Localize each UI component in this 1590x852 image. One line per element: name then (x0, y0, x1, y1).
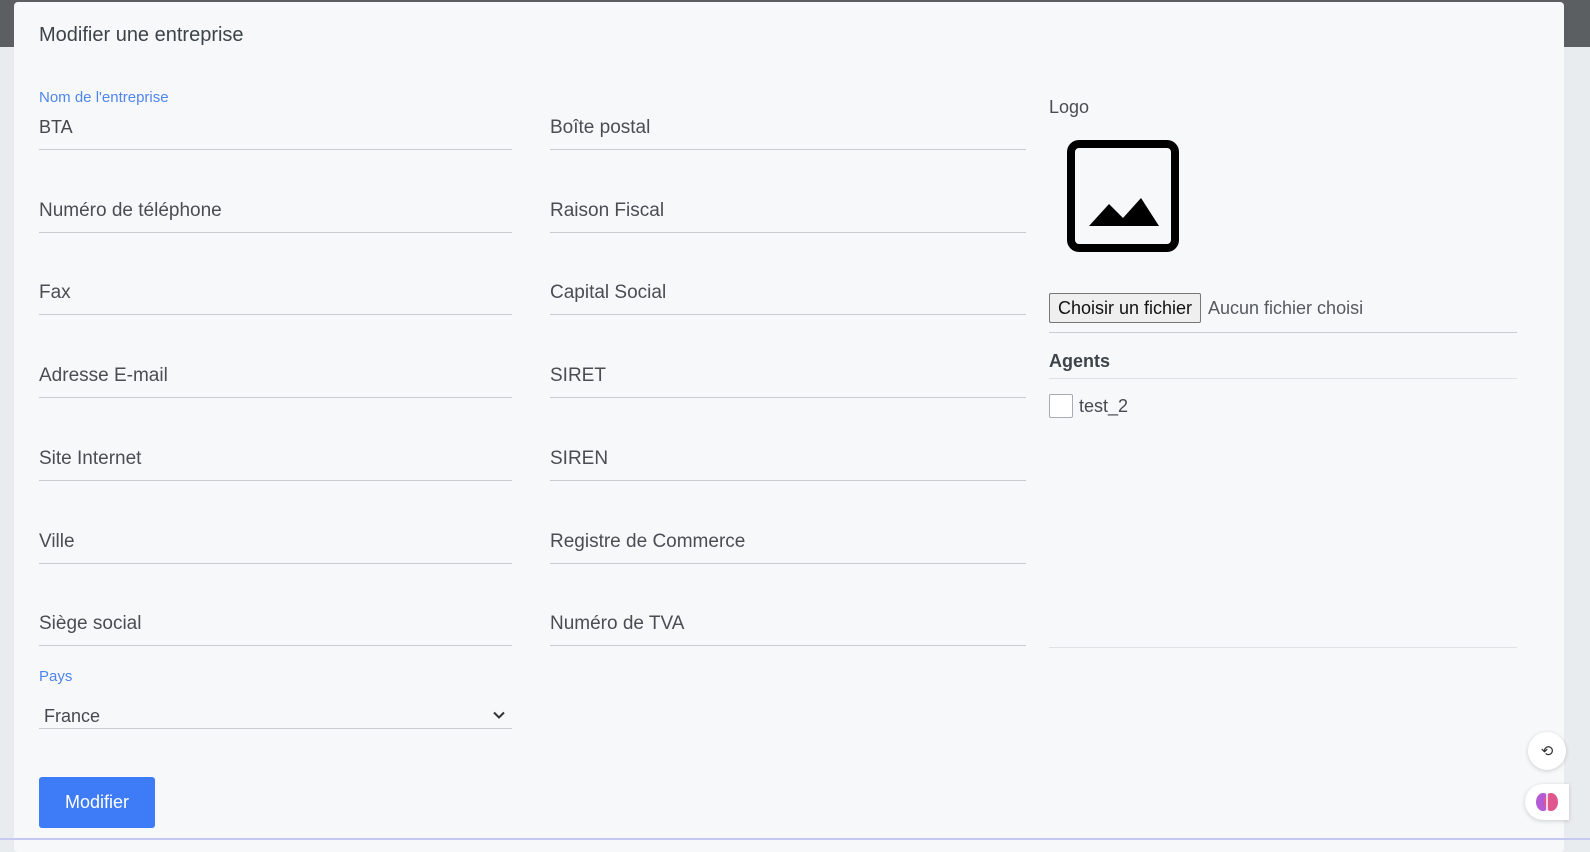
email-placeholder: Adresse E-mail (39, 365, 168, 386)
city-placeholder: Ville (39, 531, 75, 552)
agents-bottom-divider (1049, 647, 1517, 648)
translate-icon[interactable]: ⟲ (1528, 732, 1566, 770)
agent-label: test_2 (1079, 395, 1129, 416)
website-placeholder: Site Internet (39, 448, 142, 469)
head-office-placeholder: Siège social (39, 613, 142, 634)
vat-number-field[interactable]: Numéro de TVA (550, 595, 1026, 646)
logo-label: Logo (1049, 97, 1090, 117)
agents-title: Agents (1049, 351, 1111, 371)
siret-field[interactable]: SIRET (550, 347, 1026, 398)
po-box-field[interactable]: Boîte postal (550, 99, 1026, 150)
head-office-field[interactable]: Siège social (39, 595, 512, 646)
city-field[interactable]: Ville (39, 513, 512, 564)
modal-title: Modifier une entreprise (39, 24, 244, 46)
po-box-placeholder: Boîte postal (550, 117, 651, 138)
image-placeholder-icon (1067, 140, 1179, 252)
logo-file-input[interactable]: Choisir un fichier Aucun fichier choisi (1049, 293, 1517, 333)
agent-checkbox[interactable] (1049, 394, 1073, 418)
siren-field[interactable]: SIREN (550, 430, 1026, 481)
brain-assistant-icon[interactable] (1525, 784, 1569, 820)
share-capital-field[interactable]: Capital Social (550, 264, 1026, 315)
website-field[interactable]: Site Internet (39, 430, 512, 481)
company-name-field[interactable]: Nom de l'entreprise BTA (39, 89, 512, 150)
phone-field[interactable]: Numéro de téléphone (39, 182, 512, 233)
fax-placeholder: Fax (39, 282, 71, 303)
agent-item[interactable]: test_2 (1049, 394, 1128, 418)
tax-reason-placeholder: Raison Fiscal (550, 200, 665, 221)
company-name-label: Nom de l'entreprise (39, 89, 169, 106)
edit-company-modal: Modifier une entreprise Nom de l'entrepr… (14, 2, 1564, 852)
trade-register-placeholder: Registre de Commerce (550, 531, 746, 552)
country-select[interactable]: Pays France (39, 668, 512, 729)
email-field[interactable]: Adresse E-mail (39, 347, 512, 398)
company-name-value[interactable]: BTA (39, 117, 73, 138)
trade-register-field[interactable]: Registre de Commerce (550, 513, 1026, 564)
country-label: Pays (39, 668, 73, 685)
file-status: Aucun fichier choisi (1208, 298, 1364, 318)
submit-button[interactable]: Modifier (39, 777, 155, 828)
fax-field[interactable]: Fax (39, 264, 512, 315)
chevron-down-icon[interactable] (492, 708, 506, 722)
brain-icon (1536, 793, 1558, 811)
siret-placeholder: SIRET (550, 365, 606, 386)
country-value[interactable]: France (44, 706, 100, 727)
bottom-border (0, 838, 1590, 840)
agents-divider (1049, 378, 1517, 379)
siren-placeholder: SIREN (550, 448, 609, 469)
tax-reason-field[interactable]: Raison Fiscal (550, 182, 1026, 233)
phone-placeholder: Numéro de téléphone (39, 200, 222, 221)
vat-number-placeholder: Numéro de TVA (550, 613, 685, 634)
share-capital-placeholder: Capital Social (550, 282, 667, 303)
choose-file-button[interactable]: Choisir un fichier (1049, 293, 1202, 323)
